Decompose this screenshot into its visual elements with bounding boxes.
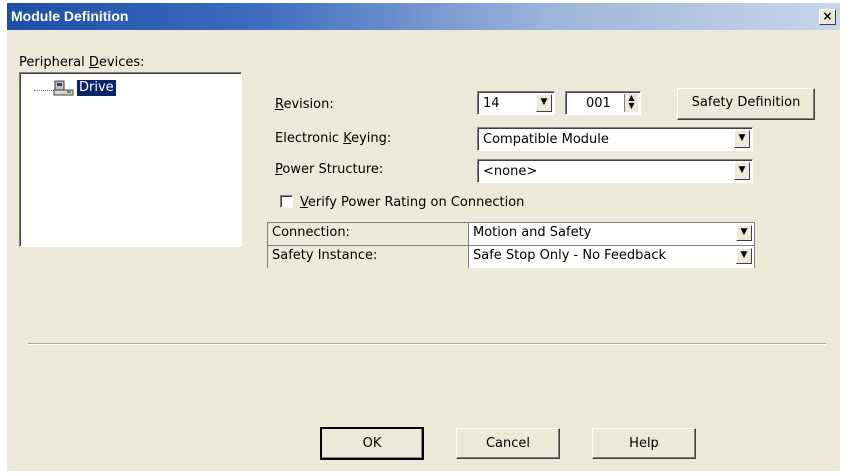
safety-instance-value[interactable]: Safe Stop Only - No Feedback ▼ — [469, 246, 754, 268]
tree-item-drive[interactable]: Drive — [77, 80, 116, 96]
help-button[interactable]: Help — [592, 428, 696, 459]
electronic-keying-select[interactable]: Compatible Module ▼ — [477, 127, 753, 151]
revision-label: Revision: — [275, 97, 334, 112]
verify-power-rating-checkbox[interactable] — [280, 195, 293, 208]
revision-minor-value: 001 — [586, 96, 611, 111]
electronic-keying-label: Electronic Keying: — [275, 131, 392, 146]
title-bar[interactable]: Module Definition × — [7, 3, 840, 30]
window-title: Module Definition — [11, 8, 129, 24]
revision-major-value: 14 — [483, 96, 500, 111]
connection-value[interactable]: Motion and Safety ▼ — [469, 223, 754, 245]
safety-instance-label: Safety Instance: — [268, 246, 469, 268]
power-structure-select[interactable]: <none> ▼ — [477, 159, 753, 183]
power-structure-value: <none> — [483, 164, 538, 179]
ok-button[interactable]: OK — [320, 427, 424, 460]
revision-major-select[interactable]: 14 ▼ — [477, 91, 555, 115]
separator-line — [28, 343, 826, 345]
close-button[interactable]: × — [819, 9, 836, 25]
connection-label: Connection: — [268, 223, 469, 245]
safety-definition-button[interactable]: Safety Definition — [677, 88, 815, 120]
peripheral-devices-tree[interactable]: Drive — [19, 72, 242, 247]
spinner-arrows-icon[interactable]: ▲ ▼ — [624, 94, 638, 112]
electronic-keying-value: Compatible Module — [483, 132, 609, 147]
grid-row-connection[interactable]: Connection: Motion and Safety ▼ — [268, 223, 754, 246]
chevron-down-icon[interactable]: ▼ — [536, 94, 552, 112]
cancel-button[interactable]: Cancel — [456, 428, 560, 459]
grid-row-safety-instance[interactable]: Safety Instance: Safe Stop Only - No Fee… — [268, 246, 754, 268]
verify-power-rating-label[interactable]: Verify Power Rating on Connection — [300, 195, 524, 210]
peripheral-devices-label: Peripheral Devices: — [19, 55, 145, 70]
connection-value-text: Motion and Safety — [473, 225, 592, 240]
power-structure-label: Power Structure: — [275, 162, 384, 177]
revision-minor-spinner[interactable]: 001 ▲ ▼ — [565, 91, 641, 115]
chevron-down-icon[interactable]: ▼ — [736, 225, 752, 241]
safety-instance-value-text: Safe Stop Only - No Feedback — [473, 248, 667, 263]
chevron-down-icon[interactable]: ▼ — [734, 130, 750, 148]
connection-property-grid: Connection: Motion and Safety ▼ Safety I… — [267, 222, 755, 268]
chevron-down-icon[interactable]: ▼ — [734, 162, 750, 180]
chevron-down-icon[interactable]: ▼ — [736, 248, 752, 264]
drive-icon — [53, 80, 74, 96]
